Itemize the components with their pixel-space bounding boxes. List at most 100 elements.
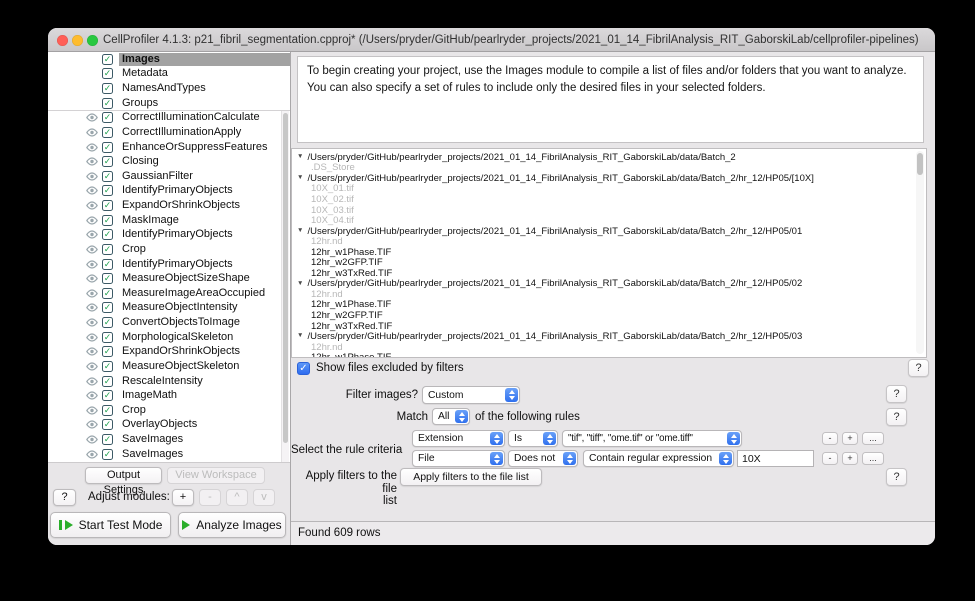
rule1-more-button[interactable]: ...	[862, 432, 884, 445]
collapse-triangle-icon[interactable]	[297, 281, 303, 288]
module-item-measureobjectsizeshape[interactable]: MeasureObjectSizeShape	[48, 271, 290, 286]
scrollbar-thumb[interactable]	[917, 153, 923, 175]
eye-icon[interactable]	[86, 142, 102, 152]
rule2-field-dropdown[interactable]: File	[412, 450, 505, 467]
rule2-predicate-dropdown[interactable]: Contain regular expression	[583, 450, 734, 467]
module-enabled-check-icon[interactable]	[102, 200, 113, 212]
module-enabled-check-icon[interactable]	[102, 434, 113, 446]
eye-icon[interactable]	[86, 318, 102, 328]
help-button[interactable]: ?	[886, 468, 907, 486]
module-item-correctilluminationcalculate[interactable]: CorrectIlluminationCalculate	[48, 111, 290, 126]
eye-icon[interactable]	[86, 405, 102, 415]
zoom-button[interactable]	[87, 35, 98, 46]
module-enabled-check-icon[interactable]	[102, 390, 113, 402]
move-module-up-button[interactable]: ^	[226, 489, 248, 506]
eye-icon[interactable]	[86, 391, 102, 401]
file-list-folder-row[interactable]: /Users/pryder/GitHub/pearlryder_projects…	[292, 278, 926, 289]
file-list-file-row[interactable]: 12hr.nd	[292, 236, 926, 247]
minimize-button[interactable]	[72, 35, 83, 46]
module-enabled-check-icon[interactable]	[102, 126, 113, 138]
pipeline-help-button[interactable]: ?	[53, 489, 76, 506]
collapse-triangle-icon[interactable]	[297, 154, 303, 161]
module-item-expandorshrinkobjects[interactable]: ExpandOrShrinkObjects	[48, 345, 290, 360]
module-item-gaussianfilter[interactable]: GaussianFilter	[48, 169, 290, 184]
module-item-images[interactable]: Images	[48, 52, 290, 67]
eye-icon[interactable]	[86, 113, 102, 123]
eye-icon[interactable]	[86, 361, 102, 371]
show-excluded-checkbox[interactable]	[297, 362, 310, 375]
eye-icon[interactable]	[86, 215, 102, 225]
scrollbar-thumb[interactable]	[283, 113, 288, 443]
module-item-measureobjectintensity[interactable]: MeasureObjectIntensity	[48, 301, 290, 316]
rule1-field-dropdown[interactable]: Extension	[412, 430, 505, 447]
start-test-mode-button[interactable]: Start Test Mode	[50, 512, 171, 538]
eye-icon[interactable]	[86, 201, 102, 211]
file-list-file-row[interactable]: 12hr_w1Phase.TIF	[292, 299, 926, 310]
rule1-operator-dropdown[interactable]: Is	[508, 430, 558, 447]
file-list-file-row[interactable]: 10X_04.tif	[292, 215, 926, 226]
module-item-closing[interactable]: Closing	[48, 154, 290, 169]
file-list-folder-row[interactable]: /Users/pryder/GitHub/pearlryder_projects…	[292, 152, 926, 163]
module-enabled-check-icon[interactable]	[102, 302, 113, 314]
file-list-scrollbar[interactable]	[916, 151, 924, 354]
module-item-measureimageareaoccupied[interactable]: MeasureImageAreaOccupied	[48, 286, 290, 301]
file-list-file-row[interactable]: 12hr_w2GFP.TIF	[292, 257, 926, 268]
file-list-file-row[interactable]: 12hr.nd	[292, 289, 926, 300]
filter-images-dropdown[interactable]: Custom	[422, 386, 520, 404]
module-enabled-check-icon[interactable]	[102, 346, 113, 358]
module-enabled-check-icon[interactable]	[102, 360, 113, 372]
module-item-morphologicalskeleton[interactable]: MorphologicalSkeleton	[48, 330, 290, 345]
eye-icon[interactable]	[86, 274, 102, 284]
module-item-metadata[interactable]: Metadata	[48, 67, 290, 82]
module-item-crop[interactable]: Crop	[48, 242, 290, 257]
module-item-imagemath[interactable]: ImageMath	[48, 388, 290, 403]
module-enabled-check-icon[interactable]	[102, 419, 113, 431]
close-button[interactable]	[57, 35, 68, 46]
eye-icon[interactable]	[86, 230, 102, 240]
module-item-enhanceorsuppressfeatures[interactable]: EnhanceOrSuppressFeatures	[48, 140, 290, 155]
module-enabled-check-icon[interactable]	[102, 243, 113, 255]
file-list-folder-row[interactable]: /Users/pryder/GitHub/pearlryder_projects…	[292, 226, 926, 237]
eye-icon[interactable]	[86, 186, 102, 196]
file-list-file-row[interactable]: .DS_Store	[292, 162, 926, 173]
module-enabled-check-icon[interactable]	[102, 287, 113, 299]
module-enabled-check-icon[interactable]	[102, 448, 113, 460]
view-workspace-button[interactable]: View Workspace	[167, 467, 265, 484]
module-item-crop[interactable]: Crop	[48, 403, 290, 418]
file-list-file-row[interactable]: 10X_01.tif	[292, 183, 926, 194]
module-enabled-check-icon[interactable]	[102, 331, 113, 343]
module-item-groups[interactable]: Groups	[48, 96, 290, 111]
file-list-file-row[interactable]: 10X_03.tif	[292, 205, 926, 216]
eye-icon[interactable]	[86, 303, 102, 313]
rule2-remove-button[interactable]: -	[822, 452, 838, 465]
analyze-images-button[interactable]: Analyze Images	[178, 512, 286, 538]
module-item-expandorshrinkobjects[interactable]: ExpandOrShrinkObjects	[48, 198, 290, 213]
module-enabled-check-icon[interactable]	[102, 83, 113, 95]
match-dropdown[interactable]: All	[432, 408, 470, 425]
module-item-namesandtypes[interactable]: NamesAndTypes	[48, 81, 290, 96]
eye-icon[interactable]	[86, 347, 102, 357]
file-list-file-row[interactable]: 12hr_w1Phase.TIF	[292, 247, 926, 258]
file-list-file-row[interactable]: 12hr_w2GFP.TIF	[292, 310, 926, 321]
module-enabled-check-icon[interactable]	[102, 273, 113, 285]
eye-icon[interactable]	[86, 376, 102, 386]
module-enabled-check-icon[interactable]	[102, 375, 113, 387]
module-item-identifyprimaryobjects[interactable]: IdentifyPrimaryObjects	[48, 257, 290, 272]
rule1-add-button[interactable]: +	[842, 432, 858, 445]
eye-icon[interactable]	[86, 157, 102, 167]
collapse-triangle-icon[interactable]	[297, 175, 303, 182]
file-list-folder-row[interactable]: /Users/pryder/GitHub/pearlryder_projects…	[292, 331, 926, 342]
module-enabled-check-icon[interactable]	[102, 229, 113, 241]
output-settings-button[interactable]: Output Settings	[85, 467, 162, 496]
eye-icon[interactable]	[86, 171, 102, 181]
help-button[interactable]: ?	[886, 385, 907, 403]
module-item-measureobjectskeleton[interactable]: MeasureObjectSkeleton	[48, 359, 290, 374]
rule2-regex-input[interactable]	[737, 450, 814, 467]
rule1-remove-button[interactable]: -	[822, 432, 838, 445]
module-item-convertobjectstoimage[interactable]: ConvertObjectsToImage	[48, 315, 290, 330]
file-list-file-row[interactable]: 12hr_w3TxRed.TIF	[292, 321, 926, 332]
remove-module-button[interactable]: -	[199, 489, 221, 506]
module-item-maskimage[interactable]: MaskImage	[48, 213, 290, 228]
help-button[interactable]: ?	[886, 408, 907, 426]
module-enabled-check-icon[interactable]	[102, 141, 113, 153]
